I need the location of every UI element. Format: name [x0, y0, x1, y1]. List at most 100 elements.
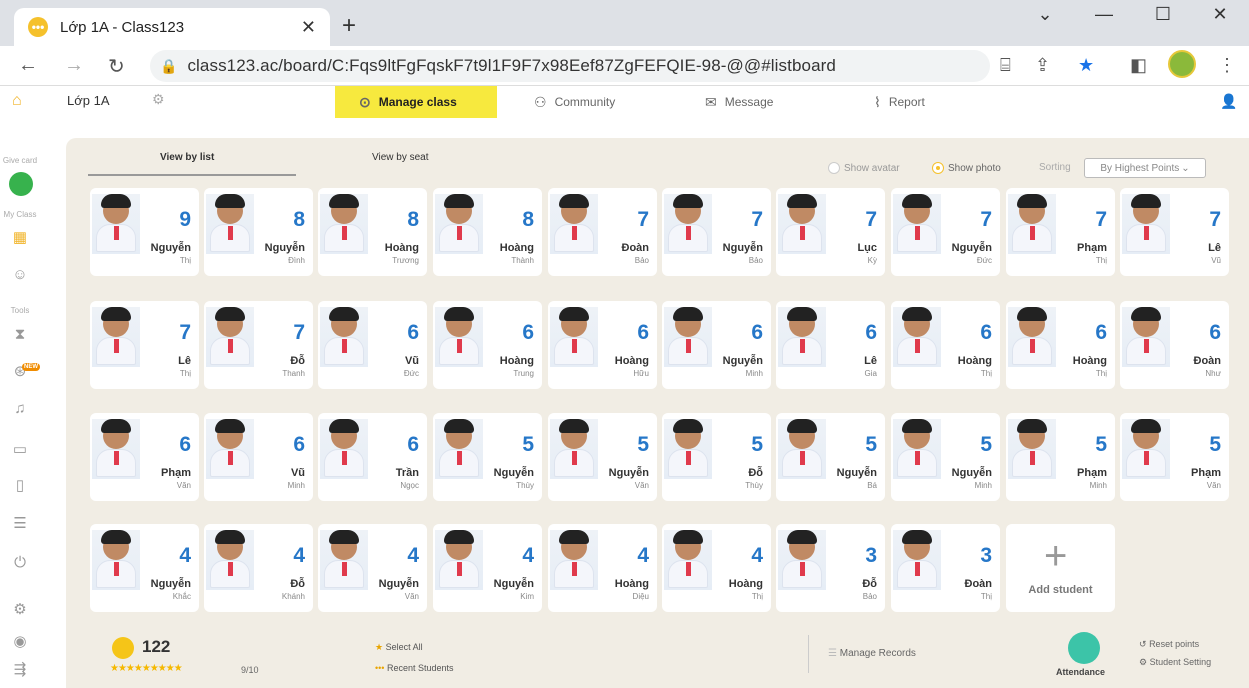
board-icon[interactable]: ▯ [8, 476, 32, 494]
student-card[interactable]: 4 Nguyễn Văn [318, 524, 427, 612]
student-card[interactable]: 6 Hoàng Trung [433, 301, 542, 389]
share-icon[interactable]: ⇶ [8, 660, 32, 678]
manage-records-button[interactable]: ☰ Manage Records [828, 648, 916, 659]
student-card[interactable]: 4 Đỗ Khánh [204, 524, 313, 612]
recent-students-button[interactable]: ••• Recent Students [375, 663, 454, 673]
home-icon[interactable]: ⌂ [12, 92, 22, 110]
student-card[interactable]: 5 Nguyễn Bá [776, 413, 885, 501]
address-bar: ← → ↻ 🔒 class123.ac/board/C:Fqs9ltFgFqsk… [0, 46, 1249, 86]
class-settings-gear-icon[interactable]: ⚙ [152, 91, 165, 108]
settings-gear-icon[interactable]: ⚙ [8, 600, 32, 618]
hourglass-icon[interactable]: ⧗ [8, 326, 32, 343]
student-card[interactable]: 8 Nguyễn Đình [204, 188, 313, 276]
tab-view-by-seat[interactable]: View by seat [372, 152, 429, 163]
student-card[interactable]: 6 Vũ Đức [318, 301, 427, 389]
student-card[interactable]: 5 Phạm Văn [1120, 413, 1229, 501]
student-card[interactable]: 6 Lê Gia [776, 301, 885, 389]
student-card[interactable]: 6 Nguyễn Minh [662, 301, 771, 389]
show-photo-radio[interactable]: Show photo [932, 162, 1001, 174]
student-card[interactable]: 6 Đoàn Như [1120, 301, 1229, 389]
student-middle-name: Trương [392, 256, 419, 265]
select-all-button[interactable]: ★ Select All [375, 642, 423, 653]
student-card[interactable]: 4 Hoàng Diệu [548, 524, 657, 612]
student-card[interactable]: 5 Nguyễn Thùy [433, 413, 542, 501]
student-card[interactable]: 6 Hoàng Thị [1006, 301, 1115, 389]
student-photo [320, 530, 368, 590]
picture-icon[interactable]: ▭ [8, 440, 32, 458]
student-points: 6 [179, 433, 191, 456]
share-icon[interactable]: ⇪ [1035, 55, 1050, 76]
student-card[interactable]: 7 Nguyễn Bảo [662, 188, 771, 276]
student-card[interactable]: 7 Lê Thị [90, 301, 199, 389]
class-face-icon[interactable]: ☺ [8, 266, 32, 283]
user-icon[interactable]: 👤 [1220, 93, 1237, 110]
student-card[interactable]: 4 Nguyễn Kim [433, 524, 542, 612]
menu-manage-class[interactable]: ⊙ Manage class [335, 86, 497, 118]
browser-menu-icon[interactable]: ⋮ [1218, 55, 1236, 76]
attendance-label[interactable]: Attendance [1056, 667, 1105, 677]
student-card[interactable]: 7 Đỗ Thanh [204, 301, 313, 389]
timer-icon[interactable]: ⏻ [8, 554, 32, 571]
student-card[interactable]: 6 Vũ Minh [204, 413, 313, 501]
close-window-icon[interactable]: ✕ [1200, 4, 1240, 25]
close-tab-icon[interactable]: ✕ [301, 17, 316, 38]
sidepanel-icon[interactable]: ◧ [1130, 55, 1147, 76]
student-card[interactable]: 3 Đỗ Bảo [776, 524, 885, 612]
student-card[interactable]: 8 Hoàng Thành [433, 188, 542, 276]
student-photo [435, 419, 483, 479]
student-points: 7 [179, 321, 191, 344]
student-photo [778, 307, 826, 367]
student-middle-name: Thùy [516, 481, 534, 490]
forward-icon[interactable]: → [64, 54, 84, 77]
browser-tab[interactable]: ••• Lớp 1A - Class123 ✕ [14, 8, 330, 46]
profile-avatar-icon[interactable] [1168, 50, 1196, 78]
menu-message[interactable]: ✉ Message [705, 86, 773, 118]
bookmark-star-icon[interactable]: ★ [1078, 55, 1094, 76]
student-card[interactable]: 9 Nguyễn Thị [90, 188, 199, 276]
student-card[interactable]: 7 Lục Kỳ [776, 188, 885, 276]
student-card[interactable]: 7 Lê Vũ [1120, 188, 1229, 276]
student-card[interactable]: 6 Hoàng Thị [891, 301, 1000, 389]
menu-community[interactable]: ⚇ Community [534, 86, 615, 118]
attendance-icon[interactable] [1068, 632, 1100, 664]
student-card[interactable]: 5 Phạm Minh [1006, 413, 1115, 501]
new-tab-icon[interactable]: + [342, 12, 356, 40]
minimize-icon[interactable]: — [1084, 4, 1124, 25]
student-points: 3 [980, 544, 992, 567]
list-icon[interactable]: ☰ [8, 514, 32, 532]
student-card[interactable]: 8 Hoàng Trương [318, 188, 427, 276]
back-icon[interactable]: ← [18, 54, 38, 77]
student-card[interactable]: 5 Nguyễn Minh [891, 413, 1000, 501]
student-card[interactable]: 6 Trần Ngọc [318, 413, 427, 501]
sorting-select[interactable]: By Highest Points ⌄ [1084, 158, 1206, 178]
add-student-card[interactable]: + Add student [1006, 524, 1115, 612]
student-card[interactable]: 6 Hoàng Hữu [548, 301, 657, 389]
menu-report[interactable]: ⌇ Report [874, 86, 925, 118]
student-card[interactable]: 5 Đỗ Thùy [662, 413, 771, 501]
student-card[interactable]: 7 Phạm Thị [1006, 188, 1115, 276]
url-field[interactable]: 🔒 class123.ac/board/C:Fqs9ltFgFqskF7t9l1… [150, 50, 990, 82]
class123-favicon-icon: ••• [28, 17, 48, 37]
chevron-down-icon[interactable]: ⌄ [1025, 4, 1065, 25]
grid-icon[interactable]: ▦ [8, 228, 32, 246]
give-card-sprout-icon[interactable] [9, 172, 33, 196]
student-card[interactable]: 7 Đoàn Bảo [548, 188, 657, 276]
eye-icon[interactable]: ◉ [8, 632, 32, 650]
show-avatar-radio[interactable]: Show avatar [828, 162, 900, 174]
reload-icon[interactable]: ↻ [108, 54, 125, 79]
student-name: Đỗ [748, 467, 763, 479]
student-setting-button[interactable]: ⚙ Student Setting [1139, 657, 1211, 668]
student-card[interactable]: 4 Nguyễn Khắc [90, 524, 199, 612]
student-card[interactable]: 5 Nguyễn Văn [548, 413, 657, 501]
tab-view-by-list[interactable]: View by list [160, 152, 214, 163]
translate-icon[interactable]: ⌸ [1000, 55, 1011, 76]
student-points: 7 [293, 321, 305, 344]
student-card[interactable]: 7 Nguyễn Đức [891, 188, 1000, 276]
student-card[interactable]: 6 Phạm Văn [90, 413, 199, 501]
bell-icon[interactable]: ♫ [8, 400, 32, 417]
student-card[interactable]: 3 Đoàn Thị [891, 524, 1000, 612]
maximize-icon[interactable]: ☐ [1143, 4, 1183, 25]
student-card[interactable]: 4 Hoàng Thị [662, 524, 771, 612]
star-icon: ★ [375, 642, 384, 652]
reset-points-button[interactable]: ↺ Reset points [1139, 639, 1199, 650]
